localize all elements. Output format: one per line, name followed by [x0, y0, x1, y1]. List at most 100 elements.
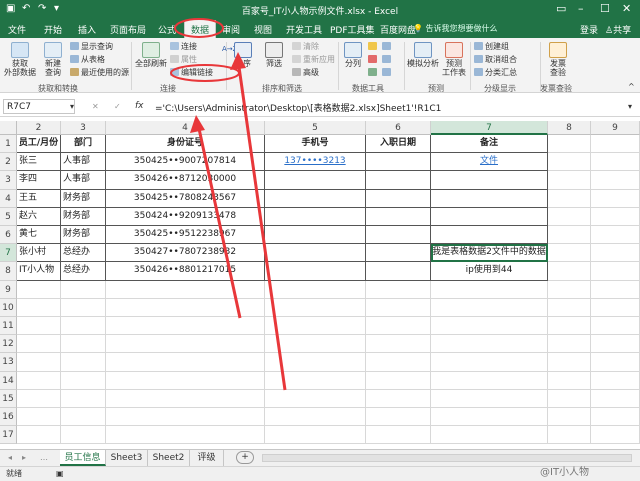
empty-cell[interactable]: [431, 335, 548, 354]
get-external-data-button[interactable]: 获取 外部数据: [3, 42, 37, 77]
empty-cell[interactable]: [431, 280, 548, 299]
empty-cell[interactable]: [106, 426, 265, 445]
column-header-4[interactable]: 4: [106, 121, 265, 135]
column-header-7[interactable]: 7: [431, 121, 548, 135]
empty-cell[interactable]: [61, 389, 106, 408]
tell-me-search[interactable]: 💡 告诉我您想要做什么: [413, 23, 498, 34]
column-header-2[interactable]: 2: [17, 121, 61, 135]
empty-cell[interactable]: [265, 298, 366, 317]
table-cell[interactable]: 我是表格数据2文件中的数据: [431, 244, 548, 263]
empty-cell[interactable]: [591, 335, 640, 354]
empty-cell[interactable]: [548, 135, 591, 154]
more-tabs-icon[interactable]: …: [40, 453, 48, 463]
confirm-entry-icon[interactable]: ✓: [114, 102, 121, 112]
table-cell[interactable]: 350426••8801217015: [106, 262, 265, 281]
row-header-8[interactable]: 8: [0, 262, 17, 281]
minimize-icon[interactable]: –: [578, 2, 584, 15]
empty-cell[interactable]: [431, 371, 548, 390]
tab-review[interactable]: 审阅: [222, 23, 240, 36]
empty-cell[interactable]: [548, 153, 591, 172]
empty-cell[interactable]: [61, 371, 106, 390]
empty-cell[interactable]: [591, 135, 640, 154]
ungroup-button[interactable]: 取消组合: [474, 55, 517, 65]
table-cell[interactable]: ip使用到44: [431, 262, 548, 281]
table-cell[interactable]: 137••••3213: [265, 153, 366, 172]
empty-cell[interactable]: [61, 317, 106, 336]
scroll-tabs-left-icon[interactable]: ◂: [8, 453, 12, 463]
sheet-tab-employees[interactable]: 员工信息: [60, 450, 106, 466]
forecast-sheet-button[interactable]: 预测 工作表: [442, 42, 466, 77]
empty-cell[interactable]: [17, 353, 61, 372]
empty-cell[interactable]: [548, 226, 591, 245]
tab-data[interactable]: 数据: [184, 20, 217, 38]
empty-cell[interactable]: [548, 280, 591, 299]
show-queries-button[interactable]: 显示查询: [70, 42, 113, 52]
empty-cell[interactable]: [366, 335, 431, 354]
new-query-button[interactable]: 新建 查询: [40, 42, 66, 77]
table-cell[interactable]: [431, 189, 548, 208]
data-model-icon[interactable]: [382, 68, 393, 78]
empty-cell[interactable]: [106, 317, 265, 336]
consolidate-icon[interactable]: [382, 42, 393, 52]
table-cell[interactable]: [265, 262, 366, 281]
recent-sources-button[interactable]: 最近使用的源: [70, 68, 129, 78]
table-cell[interactable]: 350425••9512238967: [106, 226, 265, 245]
flash-fill-icon[interactable]: [368, 42, 379, 52]
empty-cell[interactable]: [366, 280, 431, 299]
table-cell[interactable]: [431, 207, 548, 226]
horizontal-scrollbar[interactable]: [262, 454, 632, 462]
empty-cell[interactable]: [17, 426, 61, 445]
select-all-corner[interactable]: [0, 121, 17, 135]
insert-function-icon[interactable]: fx: [135, 101, 144, 111]
empty-cell[interactable]: [366, 298, 431, 317]
empty-cell[interactable]: [431, 389, 548, 408]
clear-filter-button[interactable]: 清除: [292, 42, 319, 52]
table-cell[interactable]: [265, 207, 366, 226]
row-header-9[interactable]: 9: [0, 280, 17, 299]
empty-cell[interactable]: [591, 280, 640, 299]
close-icon[interactable]: ✕: [622, 2, 631, 15]
table-cell[interactable]: [366, 226, 431, 245]
table-cell[interactable]: 张三: [17, 153, 61, 172]
remove-duplicates-icon[interactable]: [368, 55, 379, 65]
empty-cell[interactable]: [548, 353, 591, 372]
table-cell[interactable]: 人事部: [61, 153, 106, 172]
macro-record-icon[interactable]: ▣: [56, 469, 64, 479]
empty-cell[interactable]: [548, 298, 591, 317]
tab-view[interactable]: 视图: [254, 23, 272, 36]
name-box-dropdown-icon[interactable]: ▾: [70, 102, 74, 112]
sort-button[interactable]: 排序: [232, 42, 254, 68]
empty-cell[interactable]: [61, 353, 106, 372]
name-box[interactable]: R7C7: [3, 99, 75, 114]
empty-cell[interactable]: [366, 408, 431, 427]
table-cell[interactable]: 人事部: [61, 171, 106, 190]
row-header-11[interactable]: 11: [0, 317, 17, 336]
empty-cell[interactable]: [591, 262, 640, 281]
empty-cell[interactable]: [548, 389, 591, 408]
empty-cell[interactable]: [591, 153, 640, 172]
row-header-7[interactable]: 7: [0, 244, 17, 263]
empty-cell[interactable]: [61, 280, 106, 299]
empty-cell[interactable]: [431, 408, 548, 427]
empty-cell[interactable]: [366, 389, 431, 408]
table-cell[interactable]: 黄七: [17, 226, 61, 245]
table-header-cell[interactable]: 身份证号: [106, 135, 265, 154]
table-cell[interactable]: 350424••9209133478: [106, 207, 265, 226]
from-table-button[interactable]: 从表格: [70, 55, 105, 65]
table-cell[interactable]: IT小人物: [17, 262, 61, 281]
table-cell[interactable]: [366, 244, 431, 263]
sheet-tab-sheet2[interactable]: Sheet2: [148, 450, 190, 466]
empty-cell[interactable]: [591, 371, 640, 390]
add-sheet-button[interactable]: +: [236, 451, 254, 464]
properties-button[interactable]: 属性: [170, 55, 197, 65]
tab-insert[interactable]: 插入: [78, 23, 96, 36]
empty-cell[interactable]: [61, 298, 106, 317]
table-header-cell[interactable]: 入职日期: [366, 135, 431, 154]
table-cell[interactable]: 文件: [431, 153, 548, 172]
table-cell[interactable]: 350425••9007207814: [106, 153, 265, 172]
table-cell[interactable]: [265, 226, 366, 245]
row-header-12[interactable]: 12: [0, 335, 17, 354]
edit-links-button[interactable]: 编辑链接: [170, 68, 213, 78]
empty-cell[interactable]: [106, 298, 265, 317]
empty-cell[interactable]: [265, 426, 366, 445]
